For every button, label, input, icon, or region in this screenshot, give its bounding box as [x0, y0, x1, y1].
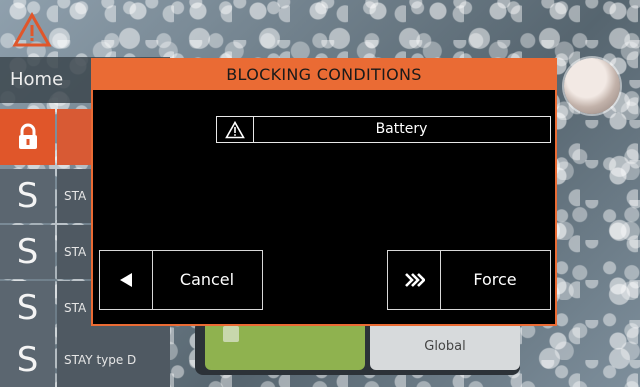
list-item[interactable]: S STAY type D	[0, 333, 170, 387]
warning-triangle-icon	[225, 120, 245, 138]
lock-cell[interactable]	[0, 109, 55, 165]
global-tile[interactable]: Global	[370, 320, 520, 370]
cancel-label: Cancel	[179, 270, 235, 289]
condition-item: Battery	[216, 116, 551, 143]
condition-label: Battery	[375, 121, 428, 137]
s-letter: S	[0, 169, 55, 223]
brand-logo	[564, 58, 620, 114]
s-letter: S	[0, 333, 55, 387]
s-letter: S	[0, 281, 55, 335]
cancel-button[interactable]: Cancel	[99, 250, 263, 310]
force-icon-cell	[388, 251, 441, 309]
dialog-title: BLOCKING CONDITIONS	[93, 60, 555, 90]
force-label: Force	[473, 270, 517, 289]
double-chevron-right-icon	[405, 273, 425, 287]
green-tile[interactable]	[205, 320, 365, 370]
lock-icon	[18, 123, 37, 149]
tile-icon	[223, 326, 239, 342]
s-text: STAY type D	[57, 333, 170, 387]
arrow-left-icon	[120, 273, 132, 287]
global-label: Global	[424, 339, 466, 354]
blocking-conditions-dialog: BLOCKING CONDITIONS Battery Cancel Force	[91, 58, 557, 326]
force-button[interactable]: Force	[387, 250, 551, 310]
condition-icon-cell	[217, 117, 254, 142]
s-letter: S	[0, 225, 55, 279]
cancel-icon-cell	[100, 251, 153, 309]
warning-triangle-icon[interactable]	[12, 12, 52, 48]
background-panel: Global	[195, 320, 520, 375]
